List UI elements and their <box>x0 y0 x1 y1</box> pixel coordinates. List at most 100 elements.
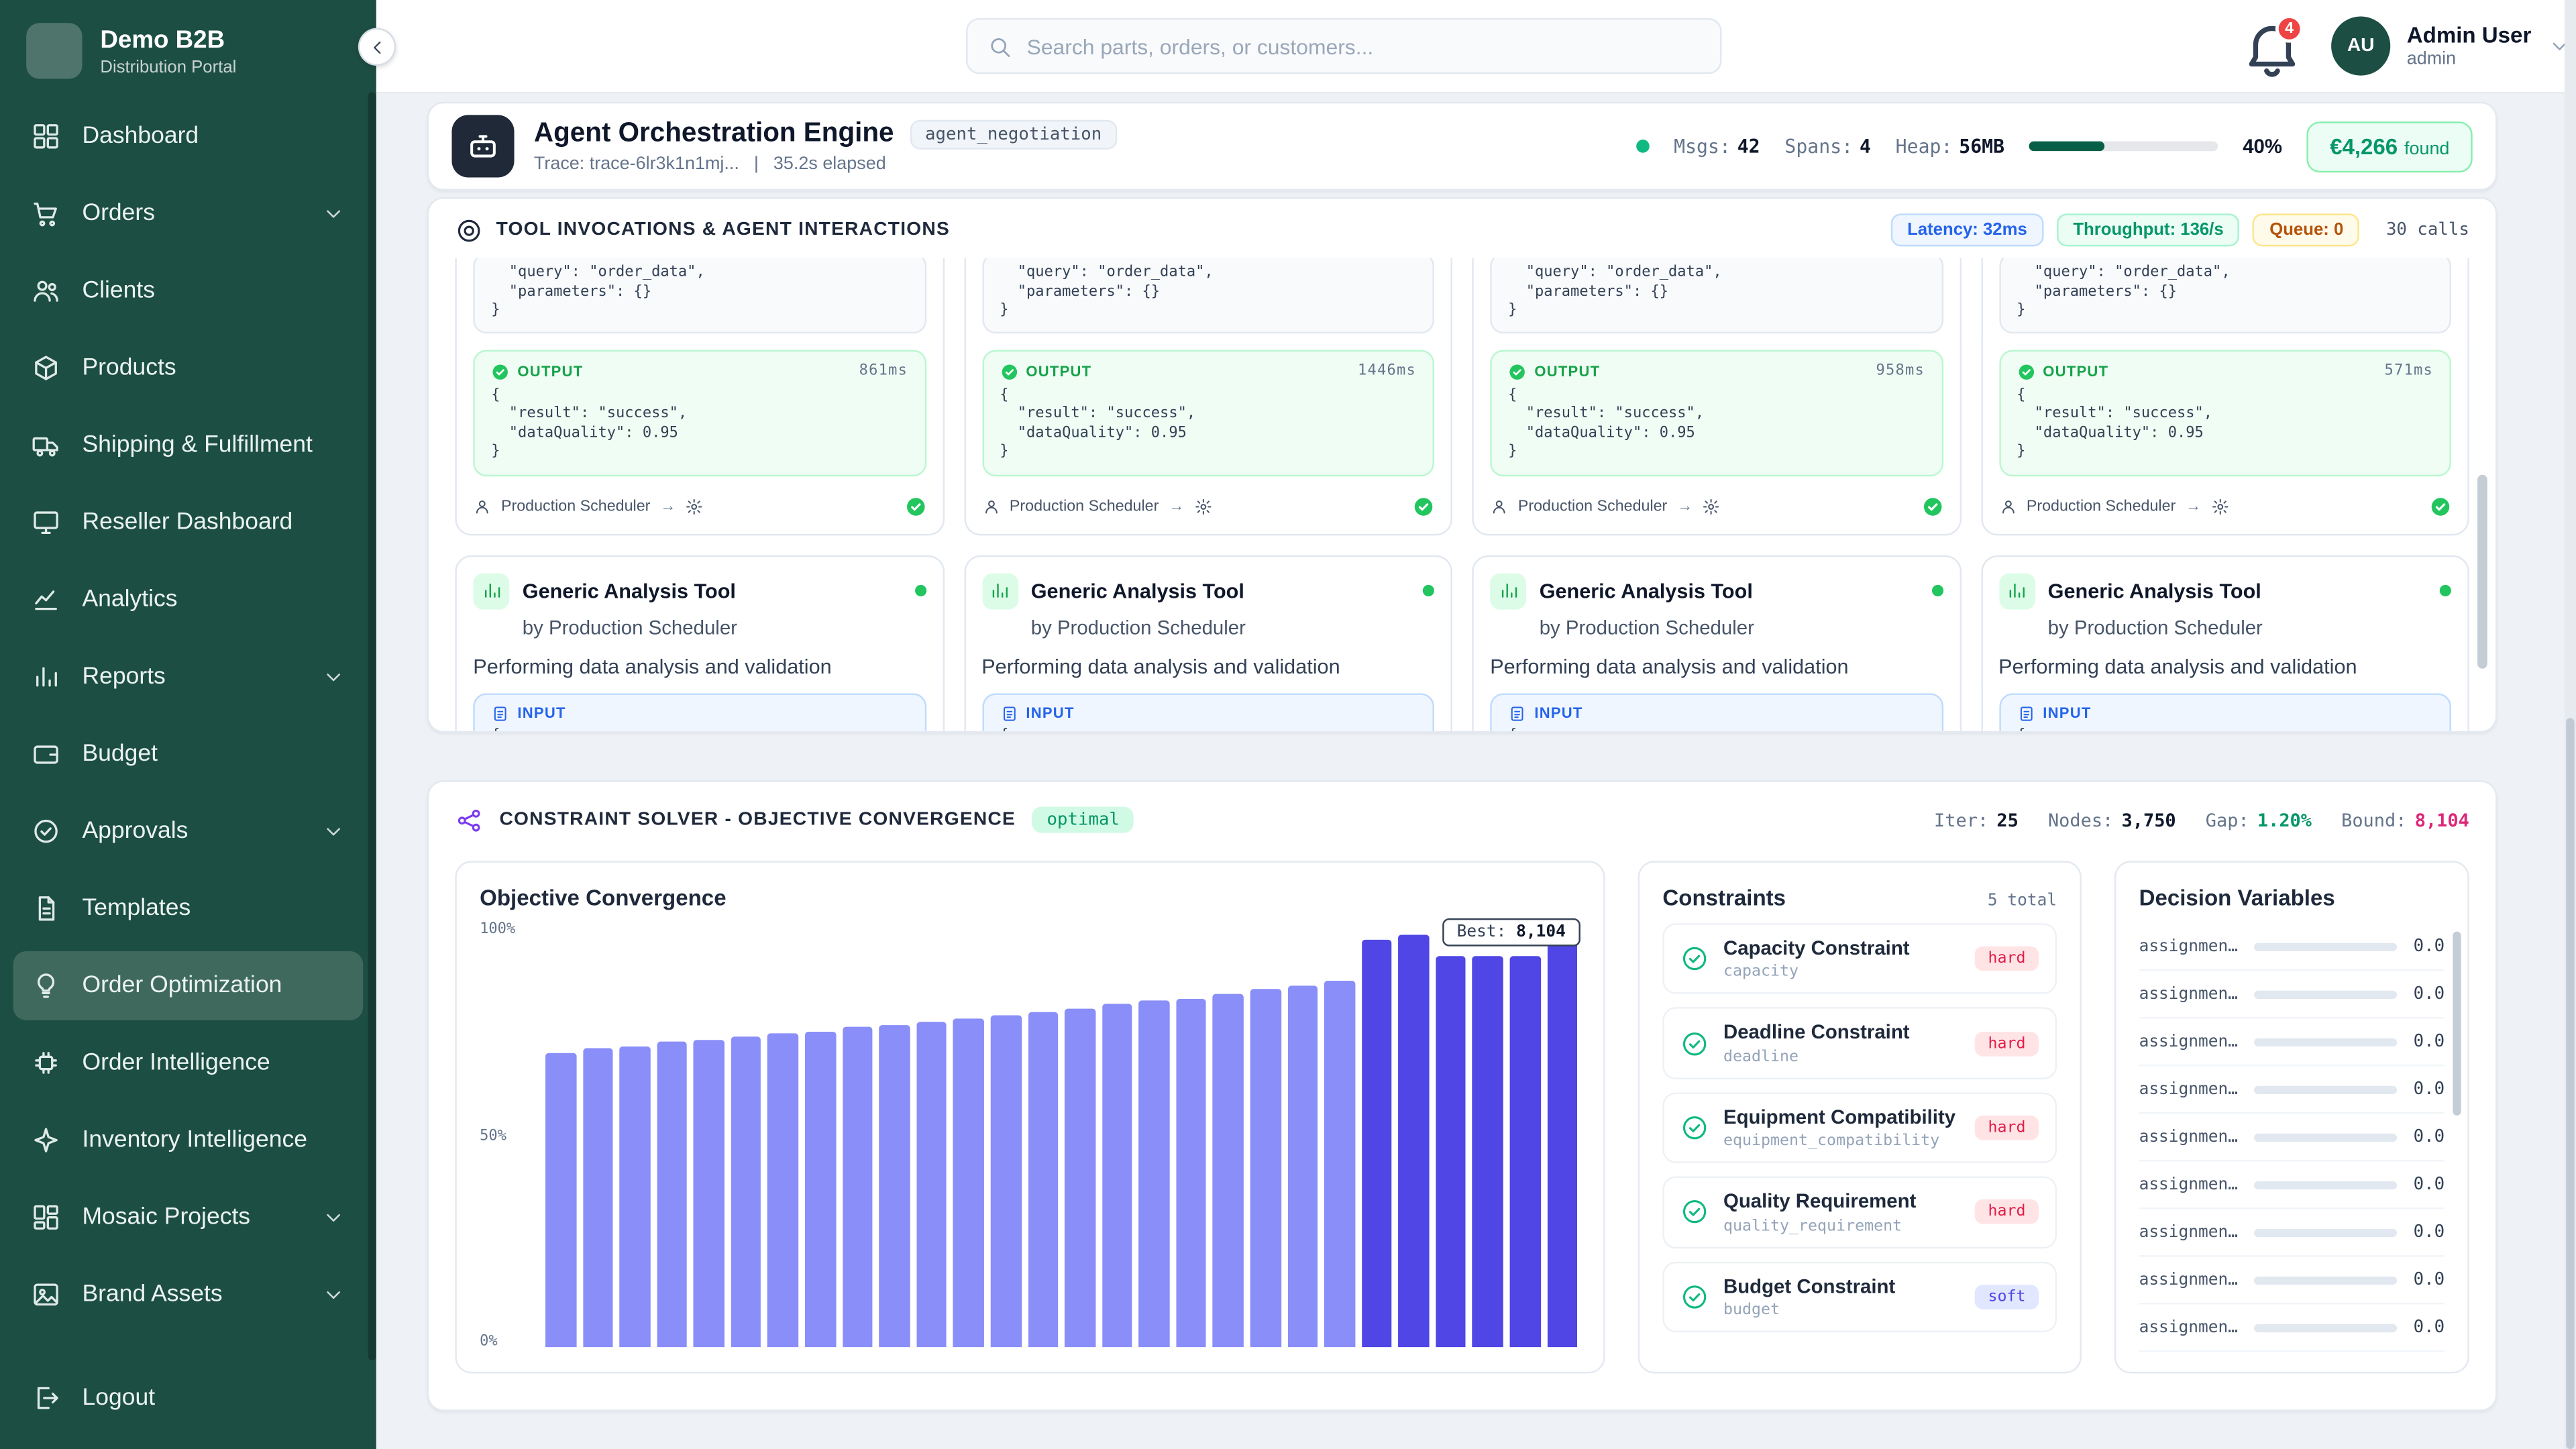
sidebar-item-order-optimization[interactable]: Order Optimization <box>13 951 364 1020</box>
output-label: OUTPUT <box>1026 363 1091 379</box>
sidebar-item-label: Reports <box>82 663 301 690</box>
sidebar-item-label: Products <box>82 355 345 381</box>
variable-name: assignmen… <box>2139 937 2238 955</box>
tool-output-json: { "result": "success", "dataQuality": 0.… <box>1508 387 1925 463</box>
variable-progress <box>2255 1276 2398 1284</box>
gear-icon <box>1194 497 1212 515</box>
output-duration: 958ms <box>1876 363 1925 379</box>
tool-card-footer: Production Scheduler→ <box>473 495 926 517</box>
sidebar-item-orders[interactable]: Orders <box>13 179 364 248</box>
arrow-icon: → <box>1169 497 1184 515</box>
sidebar-item-logout[interactable]: Logout <box>13 1367 364 1430</box>
orchestration-robot-icon <box>451 115 514 177</box>
metric-spans: Spans:4 <box>1784 135 1871 158</box>
sidebar-item-dashboard[interactable]: Dashboard <box>13 102 364 171</box>
sidebar-item-analytics[interactable]: Analytics <box>13 565 364 634</box>
convergence-bar <box>694 1040 724 1348</box>
tools-scroll-viewport[interactable]: "query": "order_data", "parameters": {}}… <box>429 258 2496 733</box>
sidebar-item-mosaic-projects[interactable]: Mosaic Projects <box>13 1183 364 1252</box>
constraint-text: Capacity Constraintcapacity <box>1723 936 1910 981</box>
convergence-bar <box>805 1032 835 1347</box>
variable-value: 0.0 <box>2414 1318 2445 1337</box>
convergence-bar <box>768 1034 798 1347</box>
analysis-tool-by: by Production Scheduler <box>523 615 926 638</box>
tool-input-preview: { <box>2017 727 2433 733</box>
sidebar-menu: Dashboard Orders Clients Products Shipping &… <box>0 99 376 1329</box>
variable-value: 0.0 <box>2414 1032 2445 1051</box>
app-root: Demo B2B Distribution Portal DashboardOr… <box>0 0 2576 1449</box>
heap-progress <box>2029 142 2218 152</box>
tool-card-footer: Production Scheduler→ <box>1998 495 2451 517</box>
arrow-icon: → <box>2186 497 2201 515</box>
output-label: OUTPUT <box>1534 363 1600 379</box>
cpu-icon <box>32 1048 61 1077</box>
sidebar-item-reports[interactable]: Reports <box>13 643 364 712</box>
tool-invocation-card: "query": "order_data", "parameters": {}}… <box>963 258 1452 535</box>
convergence-bar <box>1547 939 1577 1347</box>
page-scrollbar[interactable] <box>2565 0 2576 1449</box>
sidebar-collapse-button[interactable] <box>358 28 396 66</box>
sidebar-item-order-intelligence[interactable]: Order Intelligence <box>13 1028 364 1097</box>
convergence-bar <box>1250 989 1281 1347</box>
sidebar-item-label: Analytics <box>82 586 345 612</box>
sidebar-item-label: Approvals <box>82 818 301 845</box>
analysis-tool-icon <box>981 572 1018 608</box>
savings-found-badge: €4,266found <box>2307 121 2473 172</box>
ytick-50: 50% <box>480 1128 506 1144</box>
sidebar-item-reseller-dashboard[interactable]: Reseller Dashboard <box>13 488 364 557</box>
user-menu[interactable]: AU Admin User admin <box>2331 16 2571 75</box>
analysis-tool-icon <box>473 572 509 608</box>
search-input[interactable] <box>1027 34 1701 58</box>
sidebar-item-templates[interactable]: Templates <box>13 874 364 943</box>
variable-row: assignmen…0.0 <box>2139 1018 2445 1066</box>
analysis-tool-description: Performing data analysis and validation <box>1490 655 1943 678</box>
tool-output-box: OUTPUT571ms{ "result": "success", "dataQ… <box>1998 349 2451 476</box>
gear-icon <box>1703 497 1721 515</box>
sidebar-item-products[interactable]: Products <box>13 333 364 402</box>
input-doc-icon <box>491 704 509 722</box>
variable-progress <box>2255 942 2398 950</box>
variables-scrollbar[interactable] <box>2453 932 2461 1116</box>
tool-input-preview: { <box>1508 727 1925 733</box>
queue-pill: Queue: 0 <box>2253 213 2360 246</box>
convergence-bar <box>620 1046 650 1347</box>
tools-grid: "query": "order_data", "parameters": {}}… <box>455 258 2469 733</box>
page-scrollbar-thumb[interactable] <box>2566 718 2574 1449</box>
constraint-row-capacity: Capacity Constraintcapacityhard <box>1662 923 2057 994</box>
trace-id: Trace: trace-6lr3k1n1mj... <box>534 154 739 174</box>
agent-icon <box>1998 497 2017 515</box>
analysis-tool-by: by Production Scheduler <box>2048 615 2451 638</box>
analysis-tool-title: Generic Analysis Tool <box>1540 579 1753 602</box>
success-check-icon <box>491 362 509 380</box>
tool-invocation-card: "query": "order_data", "parameters": {}}… <box>1472 258 1961 535</box>
sidebar-item-inventory-intelligence[interactable]: Inventory Intelligence <box>13 1106 364 1175</box>
sidebar-item-clients[interactable]: Clients <box>13 256 364 325</box>
convergence-bar <box>1139 1000 1169 1347</box>
convergence-bar <box>991 1015 1021 1347</box>
arrow-icon: → <box>1677 497 1693 515</box>
chevron-down-icon <box>322 1206 345 1229</box>
sidebar-scrollbar[interactable] <box>368 92 376 1360</box>
input-doc-icon <box>1508 704 1526 722</box>
sidebar-item-approvals[interactable]: Approvals <box>13 797 364 866</box>
variable-value: 0.0 <box>2414 1222 2445 1242</box>
input-label: INPUT <box>1534 705 1582 721</box>
constraint-type-badge: hard <box>1975 1031 2039 1056</box>
sidebar-item-shipping-fulfillment[interactable]: Shipping & Fulfillment <box>13 411 364 480</box>
tool-input-box: INPUT { <box>1490 692 1943 733</box>
constraint-row-budget: Budget Constraintbudgetsoft <box>1662 1261 2057 1332</box>
convergence-bar <box>1028 1013 1058 1347</box>
bar-chart-icon <box>480 580 502 601</box>
agent-icon <box>473 497 491 515</box>
notifications-button[interactable]: 4 <box>2239 15 2305 80</box>
sidebar-item-budget[interactable]: Budget <box>13 720 364 789</box>
orchestration-titles: Agent Orchestration Engine agent_negotia… <box>534 118 1116 174</box>
constraint-solver-card: CONSTRAINT SOLVER - OBJECTIVE CONVERGENC… <box>427 780 2498 1411</box>
chevron-down-icon <box>322 820 345 843</box>
topbar: 4 AU Admin User admin <box>376 0 2576 94</box>
status-dot <box>1931 585 1943 596</box>
sidebar-item-brand-assets[interactable]: Brand Assets <box>13 1260 364 1329</box>
people-icon <box>32 276 61 305</box>
user-name: Admin User <box>2407 23 2532 49</box>
tools-scrollbar[interactable] <box>2477 475 2487 669</box>
